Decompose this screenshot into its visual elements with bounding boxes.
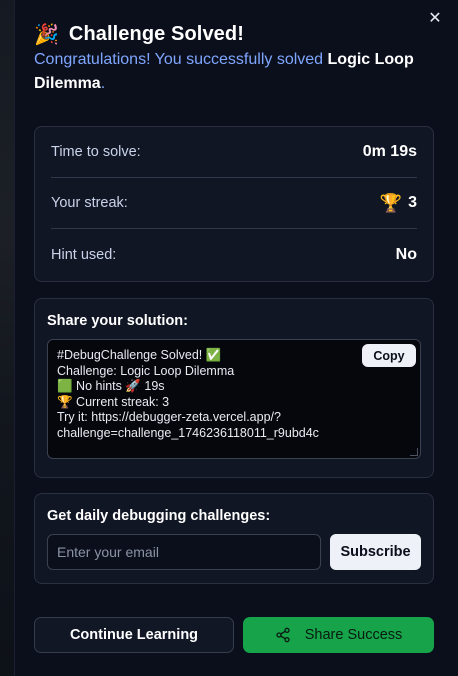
share-success-label: Share Success [304,627,403,643]
continue-learning-button[interactable]: Continue Learning [34,617,234,653]
email-input[interactable] [47,534,321,570]
trophy-icon: 🏆 [379,192,403,214]
background-page-edge [0,0,14,676]
stat-value-streak: 🏆 3 [380,193,417,214]
party-popper-icon: 🎉 [34,22,59,46]
share-text: #DebugChallenge Solved! ✅ Challenge: Log… [57,348,319,440]
share-card: Share your solution: #DebugChallenge Sol… [34,298,434,478]
stat-label: Time to solve: [51,144,141,160]
subscribe-button[interactable]: Subscribe [330,534,421,570]
subscribe-card: Get daily debugging challenges: Subscrib… [34,493,434,584]
stat-value-time: 0m 19s [362,143,417,160]
stat-row-time: Time to solve: 0m 19s [51,127,417,178]
copy-button[interactable]: Copy [362,344,416,367]
stats-card: Time to solve: 0m 19s Your streak: 🏆 3 H… [34,126,434,282]
stat-row-streak: Your streak: 🏆 3 [51,178,417,229]
stat-value-hint: No [395,245,417,263]
stat-label: Hint used: [51,246,117,263]
close-icon[interactable]: ✕ [425,8,445,28]
share-nodes-icon [276,627,290,643]
share-heading: Share your solution: [47,313,188,329]
resize-handle-icon[interactable] [410,448,418,456]
subtitle-text: Congratulations! You successfully solved [34,51,328,68]
subtitle-suffix: . [100,75,106,92]
stat-row-hint: Hint used: No [51,229,417,280]
share-textarea[interactable]: #DebugChallenge Solved! ✅ Challenge: Log… [47,339,421,459]
modal-subtitle: Congratulations! You successfully solved… [34,48,444,96]
subscribe-row: Subscribe [47,534,421,570]
modal-header: 🎉 Challenge Solved! [34,20,244,48]
stat-label: Your streak: [51,195,128,211]
streak-count: 3 [408,194,417,211]
modal-title: Challenge Solved! [68,22,244,45]
challenge-solved-modal: ✕ 🎉 Challenge Solved! Congratulations! Y… [14,0,458,676]
subscribe-heading: Get daily debugging challenges: [47,508,271,524]
share-success-button[interactable]: Share Success [243,617,434,653]
